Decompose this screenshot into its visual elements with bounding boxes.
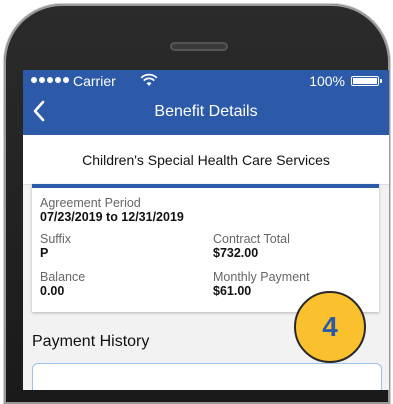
page-title: Benefit Details <box>154 103 258 120</box>
agreement-period-value: 07/23/2019 to 12/31/2019 <box>40 210 184 224</box>
contract-total-field: Contract Total $732.00 <box>213 232 290 260</box>
agreement-period-label: Agreement Period <box>40 196 141 210</box>
balance-field: Balance 0.00 <box>40 270 85 298</box>
balance-label: Balance <box>40 270 86 284</box>
program-name: Children's Special Health Care Services <box>23 135 389 185</box>
callout-badge: 4 <box>294 291 366 363</box>
monthly-payment-label: Monthly Payment <box>213 270 310 284</box>
status-bar: Carrier 100% <box>23 70 389 92</box>
contract-total-value: $732.00 <box>213 246 259 260</box>
suffix-field: Suffix P <box>40 232 71 260</box>
balance-value: 0.00 <box>40 284 65 298</box>
payment-history-item[interactable] <box>32 363 382 390</box>
battery-percent: 100% <box>309 73 345 89</box>
wifi-icon <box>140 73 158 86</box>
agreement-period-field: Agreement Period 07/23/2019 to 12/31/201… <box>40 196 184 224</box>
carrier-label: Carrier <box>73 73 116 89</box>
suffix-value: P <box>40 246 49 260</box>
header-bar: Carrier 100% Benefit Details <box>23 70 389 135</box>
signal-icon <box>31 77 69 83</box>
monthly-payment-field: Monthly Payment $61.00 <box>213 270 310 298</box>
phone-speaker <box>170 42 228 51</box>
suffix-label: Suffix <box>40 232 72 246</box>
monthly-payment-value: $61.00 <box>213 284 252 298</box>
payment-history-title: Payment History <box>32 333 150 350</box>
battery-icon <box>351 76 382 86</box>
contract-total-label: Contract Total <box>213 232 290 246</box>
